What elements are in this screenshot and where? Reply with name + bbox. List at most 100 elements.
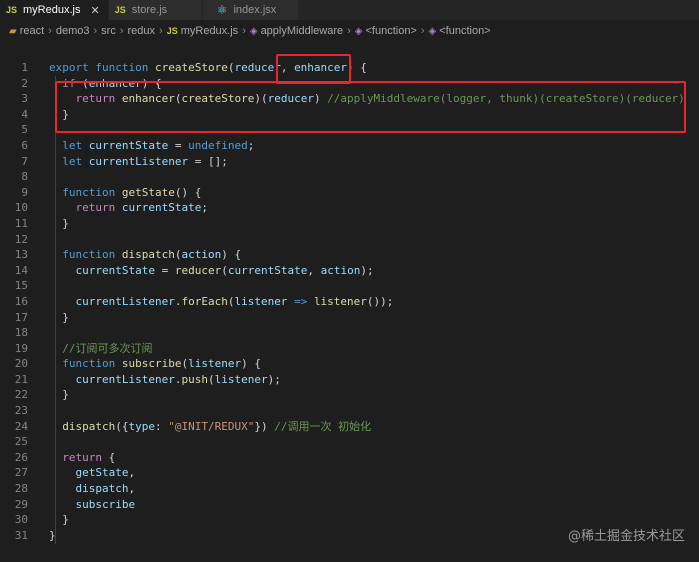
code-line[interactable]: 10 return currentState;	[0, 200, 699, 216]
code-token: ());	[366, 294, 394, 308]
breadcrumb-item[interactable]: react	[20, 25, 44, 37]
line-number: 10	[14, 201, 28, 215]
code-token: subscribe	[121, 357, 182, 371]
code-token: ;	[247, 138, 255, 152]
code-token: = [];	[188, 154, 228, 168]
close-icon[interactable]: ✕	[90, 4, 99, 17]
code-line[interactable]: 14 currentState = reducer(currentState, …	[0, 263, 699, 279]
line-number: 7	[21, 154, 28, 168]
code-text: currentState = reducer(currentState, act…	[49, 263, 374, 279]
breadcrumb-item[interactable]: src	[101, 25, 116, 37]
tab-bar: JS myRedux.js ✕ JS store.js ⚛ index.jsx	[0, 0, 699, 20]
code-line[interactable]: 16 currentListener.forEach(listener => l…	[0, 294, 699, 310]
line-number: 16	[14, 294, 28, 308]
symbol-method-icon: ◈	[249, 25, 258, 37]
line-number: 15	[14, 279, 28, 293]
line-number: 27	[14, 466, 28, 480]
code-token: currentState	[121, 201, 202, 215]
code-token: createStore	[154, 61, 228, 74]
breadcrumb: ▰ react › demo3 › src › redux › JS myRed…	[0, 20, 699, 42]
line-number: 17	[14, 310, 28, 324]
symbol-method-icon: ◈	[428, 25, 437, 37]
breadcrumb-item[interactable]: redux	[128, 25, 156, 37]
code-line[interactable]: 18	[0, 325, 699, 341]
tab-label: index.jsx	[233, 4, 277, 16]
code-line[interactable]: 15	[0, 278, 699, 294]
code-line[interactable]: 27 getState,	[0, 465, 699, 481]
breadcrumb-item[interactable]: applyMiddleware	[261, 25, 344, 37]
js-file-icon: JS	[114, 5, 126, 15]
code-line[interactable]: 20 function subscribe(listener) {	[0, 356, 699, 372]
code-token: undefined	[188, 138, 248, 152]
line-number: 30	[14, 513, 28, 527]
code-line[interactable]: 17 }	[0, 310, 699, 326]
line-number: 25	[14, 435, 28, 449]
code-token: );	[360, 263, 374, 277]
code-text: function getState() {	[49, 185, 201, 201]
code-token: }	[49, 216, 69, 230]
code-line[interactable]: 22 }	[0, 387, 699, 403]
code-token: let	[62, 138, 89, 152]
code-token: return	[62, 450, 109, 464]
breadcrumb-item[interactable]: demo3	[56, 25, 90, 37]
code-line[interactable]: 25	[0, 434, 699, 450]
code-line[interactable]: 9 function getState() {	[0, 185, 699, 201]
code-text: currentListener.push(listener);	[49, 372, 281, 388]
js-file-icon: JS	[166, 26, 178, 36]
code-text: return {	[49, 450, 115, 466]
code-token: currentState	[75, 263, 155, 277]
code-line[interactable]: 7 let currentListener = [];	[0, 154, 699, 170]
code-token: ;	[201, 201, 208, 215]
code-line[interactable]: 13 function dispatch(action) {	[0, 247, 699, 263]
line-number: 26	[14, 450, 28, 464]
line-number: 18	[14, 326, 28, 340]
line-number: 12	[14, 232, 28, 246]
code-line[interactable]: 12	[0, 232, 699, 248]
code-token: }	[49, 310, 69, 324]
watermark: @稀土掘金技术社区	[567, 529, 685, 544]
code-line[interactable]: 8	[0, 169, 699, 185]
code-token: currentState	[88, 138, 169, 152]
line-number: 3	[21, 92, 28, 106]
code-line[interactable]: 19 //订阅可多次订阅	[0, 341, 699, 357]
line-number: 22	[14, 388, 28, 402]
code-token: () {	[174, 185, 202, 199]
code-token: function	[62, 357, 122, 371]
tab-index-jsx[interactable]: ⚛ index.jsx	[202, 0, 299, 20]
code-line[interactable]: 29 subscribe	[0, 497, 699, 513]
code-line[interactable]: 21 currentListener.push(listener);	[0, 372, 699, 388]
code-line[interactable]: 11 }	[0, 216, 699, 232]
breadcrumb-item[interactable]: <function>	[365, 25, 416, 37]
code-line[interactable]: 28 dispatch,	[0, 481, 699, 497]
line-number: 24	[14, 419, 28, 433]
code-text: let currentListener = [];	[49, 154, 228, 170]
code-text: }	[49, 512, 69, 528]
line-number: 28	[14, 482, 28, 496]
tab-store-js[interactable]: JS store.js	[108, 0, 203, 20]
tab-myredux-js[interactable]: JS myRedux.js ✕	[0, 0, 109, 20]
code-token: currentState	[227, 263, 308, 277]
line-number: 21	[14, 372, 28, 386]
code-line[interactable]: 26 return {	[0, 450, 699, 466]
code-token: type	[128, 419, 155, 433]
folder-icon: ▰	[9, 25, 17, 37]
code-line[interactable]: 6 let currentState = undefined;	[0, 138, 699, 154]
line-number: 9	[21, 185, 28, 199]
code-token: :	[154, 419, 169, 433]
code-token: getState	[75, 466, 129, 480]
breadcrumb-item[interactable]: myRedux.js	[181, 25, 238, 37]
code-token: listener	[313, 294, 367, 308]
code-line[interactable]: 24 dispatch({type: "@INIT/REDUX"}) //调用一…	[0, 419, 699, 435]
chevron-right-icon: ›	[159, 25, 163, 37]
breadcrumb-item[interactable]: <function>	[439, 25, 490, 37]
code-line[interactable]: 23	[0, 403, 699, 419]
